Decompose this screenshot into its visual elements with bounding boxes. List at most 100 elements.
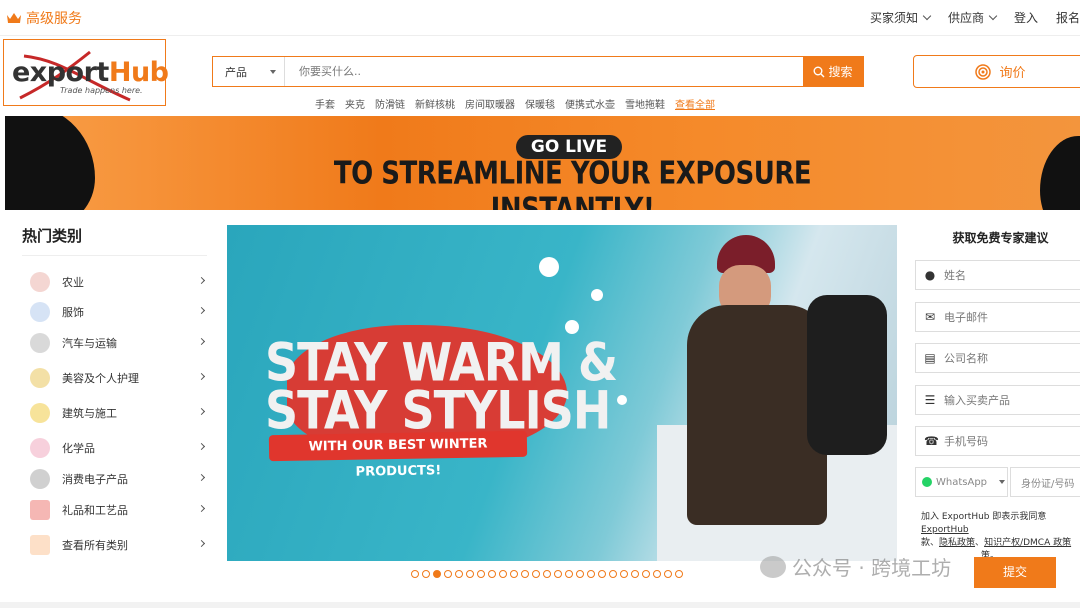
hero-photo (657, 225, 897, 561)
grid-icon (30, 535, 50, 555)
supplier-menu[interactable]: 供应商 (947, 9, 998, 26)
product-placeholder: 输入买卖产品 (944, 394, 1010, 407)
building-icon: ▤ (924, 351, 936, 365)
category-item-beauty[interactable]: 美容及个人护理 (30, 366, 210, 390)
name-placeholder: 姓名 (944, 269, 966, 282)
form-title: 获取免费专家建议 (952, 231, 1049, 245)
carousel-dot[interactable] (620, 570, 628, 578)
chevron-right-icon (197, 407, 206, 416)
carousel-dot[interactable] (554, 570, 562, 578)
carousel-dot[interactable] (598, 570, 606, 578)
phone-field[interactable]: ☎ 手机号码 (915, 426, 1080, 456)
whatsapp-select[interactable]: WhatsApp (915, 467, 1008, 497)
search-icon (813, 66, 825, 77)
category-label: 服饰 (62, 306, 84, 319)
watermark: 公众号 · 跨境工坊 (760, 552, 951, 581)
terms-link[interactable]: 款 (921, 538, 930, 548)
carousel-dot[interactable] (653, 570, 661, 578)
supplier-label: 供应商 (947, 11, 984, 25)
carousel-dot[interactable] (521, 570, 529, 578)
chevron-right-icon (197, 539, 206, 548)
carousel-dot[interactable] (433, 570, 441, 578)
hero-carousel[interactable]: STAY WARM & STAY STYLISH WITH OUR BEST W… (227, 225, 897, 561)
privacy-link[interactable]: 隐私政策 (939, 538, 975, 548)
category-label: 美容及个人护理 (62, 372, 139, 385)
wechat-icon (760, 555, 786, 578)
promo-banner[interactable]: GO LIVE TO STREAMLINE YOUR EXPOSURE INST… (5, 116, 1080, 210)
carousel-dot[interactable] (576, 570, 584, 578)
whatsapp-icon (922, 477, 932, 487)
hot-word[interactable]: 雪地拖鞋 (625, 96, 665, 111)
search-category-select[interactable]: 产品 (213, 57, 285, 86)
carousel-dot[interactable] (488, 570, 496, 578)
product-field[interactable]: ☰ 输入买卖产品 (915, 385, 1080, 415)
target-icon (975, 63, 992, 80)
carousel-dot[interactable] (477, 570, 485, 578)
hot-word[interactable]: 夹克 (345, 96, 365, 111)
exporthub-logo[interactable]: exportHub Trade happens here. (3, 39, 169, 106)
carousel-dot[interactable] (587, 570, 595, 578)
backpack (807, 295, 887, 455)
category-item-gifts[interactable]: 礼品和工艺品 (30, 498, 210, 522)
search-button[interactable]: 搜索 (803, 57, 863, 86)
inquiry-button[interactable]: 询价 (913, 55, 1080, 88)
carousel-dot[interactable] (466, 570, 474, 578)
search-input[interactable] (285, 57, 803, 86)
carousel-dot[interactable] (422, 570, 430, 578)
caret-down-icon (999, 480, 1006, 484)
terms-link[interactable]: ExportHub (921, 525, 969, 535)
login-link[interactable]: 登入 (1014, 9, 1038, 26)
carousel-dot[interactable] (532, 570, 540, 578)
id-number-field[interactable]: 身份证/号码 (1010, 467, 1080, 497)
expert-advice-form: 获取免费专家建议 ● 姓名 ✉ 电子邮件 ▤ 公司名称 ☰ 输入买卖产品 ☎ 手… (913, 225, 1080, 561)
email-field[interactable]: ✉ 电子邮件 (915, 302, 1080, 332)
gear-icon (30, 333, 50, 353)
category-item-construction[interactable]: 建筑与施工 (30, 401, 210, 425)
register-link[interactable]: 报名 (1056, 9, 1080, 26)
hot-word[interactable]: 保暖毯 (525, 96, 555, 111)
hot-word[interactable]: 新鲜核桃 (415, 96, 455, 111)
carousel-dot[interactable] (499, 570, 507, 578)
premium-service-link[interactable]: 高级服务 (6, 8, 82, 28)
carousel-dot[interactable] (444, 570, 452, 578)
category-label: 化学品 (62, 442, 95, 455)
id-placeholder: 身份证/号码 (1021, 478, 1075, 490)
carousel-dot[interactable] (642, 570, 650, 578)
carousel-dot[interactable] (631, 570, 639, 578)
carousel-dot[interactable] (510, 570, 518, 578)
banner-decoration (5, 116, 95, 210)
carousel-dot[interactable] (609, 570, 617, 578)
user-icon: ● (924, 268, 936, 282)
logo-hub: Hub (108, 57, 169, 88)
view-all-link[interactable]: 查看全部 (675, 96, 715, 111)
category-item-automotive[interactable]: 汽车与运输 (30, 331, 210, 355)
tractor-icon (30, 272, 50, 292)
carousel-dot[interactable] (675, 570, 683, 578)
category-item-chemicals[interactable]: 化学品 (30, 436, 210, 460)
gift-icon (30, 500, 50, 520)
carousel-dot[interactable] (565, 570, 573, 578)
hot-word[interactable]: 防滑链 (375, 96, 405, 111)
category-item-agriculture[interactable]: 农业 (30, 270, 210, 294)
watermark-text: 公众号 · 跨境工坊 (792, 556, 952, 580)
category-item-electronics[interactable]: 消费电子产品 (30, 467, 210, 491)
category-item-view-all[interactable]: 查看所有类别 (30, 533, 210, 557)
submit-button[interactable]: 提交 (974, 557, 1056, 588)
hot-word[interactable]: 便携式水壶 (565, 96, 615, 111)
premium-label: 高级服务 (26, 11, 82, 27)
carousel-dot[interactable] (455, 570, 463, 578)
carousel-dot[interactable] (543, 570, 551, 578)
name-field[interactable]: ● 姓名 (915, 260, 1080, 290)
ip-dmca-link[interactable]: 知识产权/DMCA 政策 (984, 538, 1071, 548)
carousel-dot[interactable] (411, 570, 419, 578)
hot-word[interactable]: 房间取暖器 (465, 96, 515, 111)
chevron-down-icon (922, 11, 932, 21)
top-bar: 高级服务 买家须知 供应商 登入 报名 (0, 0, 1080, 36)
company-field[interactable]: ▤ 公司名称 (915, 343, 1080, 373)
page-bottom-divider (0, 602, 1080, 608)
category-item-apparel[interactable]: 服饰 (30, 300, 210, 324)
carousel-dot[interactable] (664, 570, 672, 578)
hot-word[interactable]: 手套 (315, 96, 335, 111)
chevron-right-icon (197, 504, 206, 513)
buyer-guide-menu[interactable]: 买家须知 (870, 9, 932, 26)
